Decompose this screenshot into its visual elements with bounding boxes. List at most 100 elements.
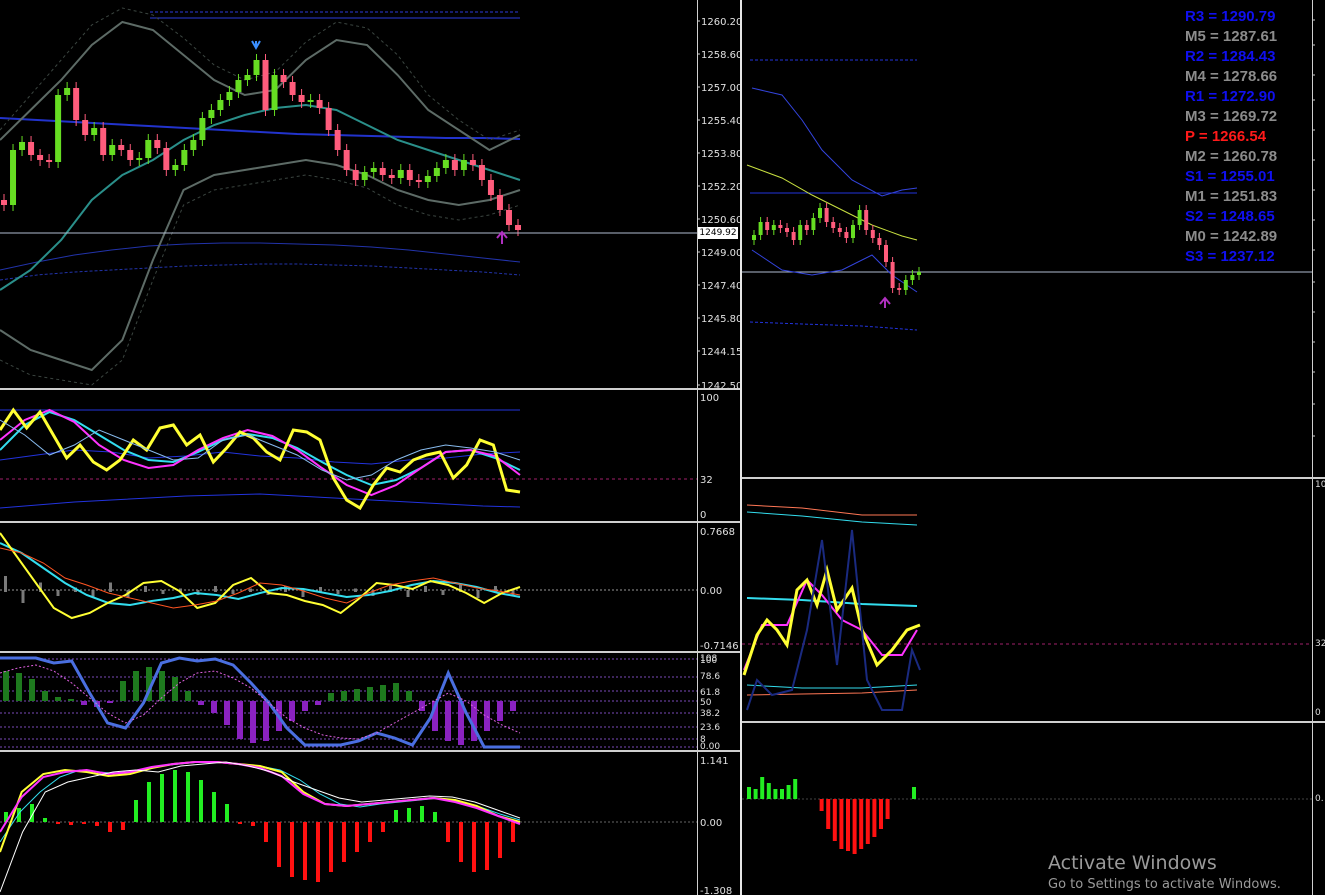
left-panel-sep-4[interactable] (0, 750, 740, 752)
candle-body (325, 108, 332, 130)
macd-white-line (0, 761, 521, 893)
price-axis-label: 1247.40 (701, 281, 740, 292)
left-panel-sep-2[interactable] (0, 521, 740, 523)
candle-body (334, 130, 341, 150)
candle-body (515, 225, 521, 230)
macd-hist-bar (329, 822, 333, 872)
right-macd-hist-bar (846, 799, 850, 851)
right-candle-body (897, 288, 902, 290)
left-fib-chart[interactable] (0, 653, 697, 750)
right-rsi-cyan-line (746, 597, 918, 607)
right-rsi-top-cyan (746, 511, 918, 526)
candle-body (397, 170, 404, 178)
left-rsi-chart[interactable] (0, 390, 697, 521)
pivot-level-label: R2 = 1284.43 (1185, 48, 1276, 65)
left-osc-chart[interactable] (0, 523, 697, 651)
candle-body (406, 170, 413, 180)
left-macd-chart[interactable] (0, 752, 697, 895)
right-macd-hist-bar (865, 799, 870, 844)
osc-hist-bar (406, 590, 410, 597)
candle-body (307, 100, 314, 102)
candle-body (163, 148, 170, 170)
macd-hist-bar (290, 822, 294, 877)
current-price-tag: 1249.92 (698, 227, 738, 239)
right-candle-body (758, 222, 763, 235)
fib-hist-bar (211, 701, 217, 713)
right-panel-sep-1[interactable] (742, 477, 1325, 479)
macd-hist-bar (212, 792, 216, 822)
fib-axis-100: 100 (700, 656, 717, 666)
candle-body (388, 175, 395, 178)
right-macd-hist-bar (839, 799, 844, 849)
left-panel-sep-3[interactable] (0, 651, 740, 653)
macd-hist-bar (121, 822, 125, 830)
candle-body (172, 165, 179, 170)
right-rsi-panel[interactable] (742, 480, 1312, 721)
price-axis-label: 1242.50 (701, 381, 740, 388)
candle-body (109, 145, 116, 155)
macd-hist-bar (82, 822, 86, 824)
fib-hist-bar (484, 701, 490, 731)
right-macd-hist-bar (826, 799, 831, 829)
right-macd-panel[interactable] (742, 724, 1312, 895)
macd-hist-bar (95, 822, 99, 826)
candle-body (19, 142, 26, 150)
left-osc-panel[interactable] (0, 523, 697, 651)
macd-hist-bar (316, 822, 320, 882)
osc-hist-bar (476, 590, 480, 598)
pivot-level-label: M0 = 1242.89 (1185, 228, 1278, 245)
pivot-level-label: S2 = 1248.65 (1185, 208, 1275, 225)
osc-hist-bar (56, 590, 60, 596)
macd-hist-bar (303, 822, 307, 880)
pivot-level-label: M5 = 1287.61 (1185, 28, 1278, 45)
osc-yellow-line (0, 532, 521, 620)
right-rsi-chart[interactable] (742, 480, 1312, 721)
candle-body (424, 176, 431, 182)
fib-hist-bar (302, 701, 308, 711)
macd-hist-bar (56, 822, 60, 824)
fib-axis-0: 0.00 (700, 742, 720, 750)
osc-hist-bar (214, 586, 217, 592)
candle-body (190, 140, 197, 150)
fib-axis-38: 38.2 (700, 709, 720, 719)
candle-body (64, 88, 71, 95)
right-panel-sep-2[interactable] (742, 721, 1325, 723)
candle-body (289, 82, 296, 95)
right-candle-body (890, 262, 895, 288)
left-fib-panel[interactable] (0, 653, 697, 750)
macd-hist-bar (43, 818, 47, 822)
fib-hist-bar (380, 685, 386, 701)
macd-hist-bar (407, 808, 411, 822)
macd-hist-bar (511, 822, 515, 842)
left-price-chart[interactable] (0, 0, 697, 388)
candle-body (208, 110, 215, 118)
candle-body (379, 168, 386, 175)
fib-hist-bar (445, 701, 451, 741)
candle-body (73, 88, 80, 120)
candle-body (136, 158, 143, 160)
osc-hist-bar (161, 590, 165, 594)
macd-hist-bar (264, 822, 268, 842)
right-candle-body (844, 232, 849, 238)
left-macd-panel[interactable] (0, 752, 697, 895)
candle-body (253, 60, 260, 75)
right-macd-hist-bar (747, 787, 751, 799)
fib-hist-bar (198, 701, 204, 705)
right-macd-chart[interactable] (742, 724, 1312, 895)
candle-body (226, 92, 233, 100)
left-panel-sep-1[interactable] (0, 388, 740, 390)
rsi-lower-band (0, 493, 521, 509)
left-price-panel[interactable] (0, 0, 697, 388)
osc-hist-bar (4, 576, 7, 592)
fib-hist-bar (510, 701, 516, 711)
macd-hist-bar (225, 804, 229, 822)
right-candle-body (870, 230, 875, 238)
left-rsi-panel[interactable] (0, 390, 697, 521)
osc-hist-bar (336, 590, 340, 594)
osc-cyan-line (0, 542, 521, 607)
right-candle-body (917, 272, 921, 275)
candle-body (442, 160, 449, 168)
macd-hist-bar (381, 822, 385, 832)
candle-body (451, 160, 458, 170)
pivot-level-label: M2 = 1260.78 (1185, 148, 1278, 165)
